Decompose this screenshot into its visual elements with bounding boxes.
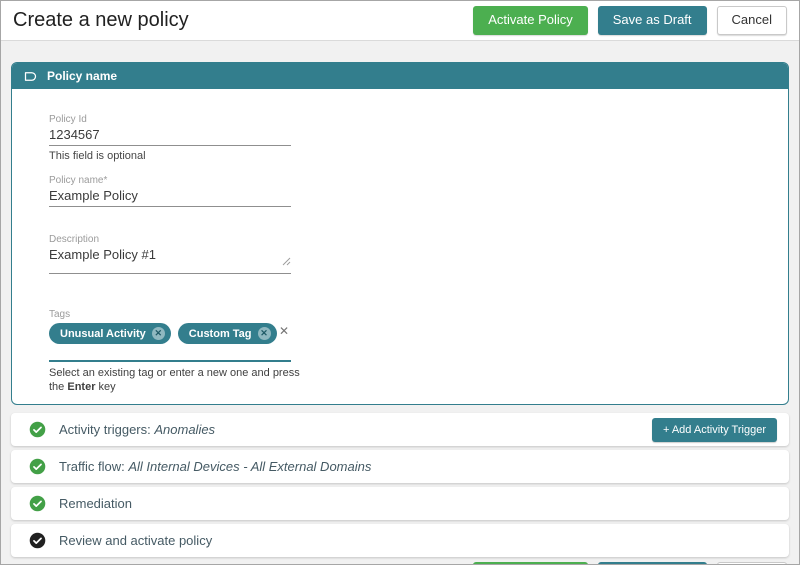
tags-input[interactable]: Unusual Activity ✕ Custom Tag ✕ ✕ — [49, 323, 291, 344]
tags-helper: Select an existing tag or enter a new on… — [49, 367, 300, 393]
circle-x-icon[interactable]: ✕ — [151, 327, 165, 340]
policy-id-helper: This field is optional — [49, 150, 146, 162]
policy-name-section-title: Policy name — [47, 69, 118, 83]
add-activity-trigger-button[interactable]: + Add Activity Trigger — [651, 417, 777, 442]
tag-icon — [23, 69, 38, 84]
save-as-draft-button[interactable]: Save as Draft — [597, 6, 707, 35]
step-traffic-flow[interactable]: Traffic flow: All Internal Devices - All… — [11, 450, 789, 483]
x-icon[interactable]: ✕ — [279, 324, 289, 338]
step-label: Activity triggers: Anomalies — [59, 422, 216, 437]
circle-x-icon[interactable]: ✕ — [257, 327, 271, 340]
activate-policy-button[interactable]: Activate Policy — [473, 6, 588, 35]
step-label: Remediation — [59, 496, 132, 511]
policy-id-input[interactable]: 1234567 — [49, 127, 291, 142]
check-circle-green-icon — [29, 458, 46, 475]
check-circle-green-icon — [29, 495, 46, 512]
step-remediation[interactable]: Remediation — [11, 487, 789, 520]
check-circle-green-icon — [29, 421, 46, 438]
step-label: Review and activate policy — [59, 533, 213, 548]
check-circle-dark-icon — [29, 532, 46, 549]
tags-underline — [49, 360, 291, 362]
policy-id-field: Policy Id 1234567 This field is optional — [49, 114, 291, 163]
policy-name-input[interactable]: Example Policy — [49, 188, 291, 203]
policy-id-label: Policy Id — [49, 114, 87, 125]
description-underline — [49, 273, 291, 274]
description-label: Description — [49, 234, 100, 245]
policy-name-label: Policy name* — [49, 175, 108, 186]
description-input[interactable]: Example Policy #1 — [49, 247, 291, 262]
tags-field: Tags Unusual Activity ✕ Custom Tag ✕ ✕ S… — [49, 309, 300, 394]
policy-id-underline — [49, 145, 291, 146]
description-field: Description Example Policy #1 — [49, 234, 291, 274]
step-review-activate[interactable]: Review and activate policy — [11, 524, 789, 557]
tag-chip-label: Unusual Activity — [60, 327, 146, 340]
tag-chip: Unusual Activity ✕ — [49, 323, 171, 344]
header-actions: Activate Policy Save as Draft Cancel — [473, 6, 787, 35]
page-title: Create a new policy — [13, 9, 189, 31]
step-label: Traffic flow: All Internal Devices - All… — [59, 459, 372, 474]
step-activity-triggers[interactable]: Activity triggers: Anomalies + Add Activ… — [11, 413, 789, 446]
policy-name-section: Policy name Policy Id 1234567 This field… — [11, 62, 789, 405]
page-header: Create a new policy Activate Policy Save… — [1, 1, 799, 41]
tag-chip-label: Custom Tag — [188, 327, 252, 340]
policy-name-underline — [49, 206, 291, 207]
create-policy-page: Create a new policy Activate Policy Save… — [0, 0, 800, 565]
resize-handle-icon[interactable] — [282, 252, 291, 270]
tag-chip: Custom Tag ✕ — [177, 323, 277, 344]
policy-name-section-header[interactable]: Policy name — [12, 63, 788, 89]
policy-form: Policy Id 1234567 This field is optional… — [12, 89, 788, 404]
cancel-button[interactable]: Cancel — [716, 6, 787, 35]
policy-name-field: Policy name* Example Policy — [49, 175, 291, 207]
tags-label: Tags — [49, 309, 71, 320]
